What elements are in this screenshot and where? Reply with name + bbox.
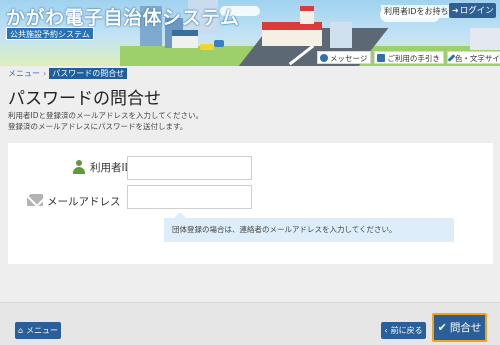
house-illustration (172, 30, 198, 48)
speech-bubble-icon (320, 54, 328, 62)
page-title: パスワードの問合せ (8, 89, 161, 109)
bus-illustration (200, 44, 214, 50)
building-illustration (470, 28, 500, 50)
color-font-size-link-label: 色・文字サイズ変更 (454, 54, 500, 63)
check-icon: ✔ (437, 321, 447, 334)
email-label: メールアドレス (47, 196, 121, 208)
page-description: 利用者IDと登録済のメールアドレスを入力してください。 登録済のメールアドレスに… (8, 110, 203, 132)
header-links: メッセージ ご利用の手引き 色・文字サイズ変更 (317, 51, 500, 64)
menu-button[interactable]: ⌂ メニュー (15, 322, 61, 339)
header-banner: かがわ電子自治体システム 公共施設予約システム 利用者IDをお持ちの方 ➜ログイ… (0, 0, 500, 66)
breadcrumb-separator: › (43, 69, 47, 78)
breadcrumb-menu-link[interactable]: メニュー (8, 68, 40, 79)
back-button[interactable]: ‹ 前に戻る (381, 322, 426, 339)
book-icon (377, 54, 386, 62)
breadcrumb: メニュー › パスワードの問合せ (8, 68, 128, 79)
user-guide-link-label: ご利用の手引き (387, 54, 440, 63)
user-id-input[interactable] (127, 156, 252, 180)
login-button[interactable]: ➜ログイン (449, 3, 496, 18)
chevron-left-icon: ‹ (384, 326, 388, 335)
description-line: 登録済のメールアドレスにパスワードを送付します。 (8, 122, 188, 131)
message-link-label: メッセージ (330, 54, 368, 63)
user-guide-link[interactable]: ご利用の手引き (374, 51, 444, 64)
site-subtitle: 公共施設予約システム (6, 27, 94, 40)
login-icon: ➜ (452, 6, 459, 15)
breadcrumb-current: パスワードの問合せ (49, 68, 128, 79)
email-input[interactable] (127, 185, 252, 209)
login-button-label: ログイン (459, 6, 494, 16)
description-line: 利用者IDと登録済のメールアドレスを入力してください。 (8, 111, 204, 120)
form-panel: 利用者ID メールアドレス 団体登録の場合は、連絡者のメールアドレスを入力してく… (8, 143, 493, 264)
mail-icon (27, 194, 43, 206)
color-font-size-link[interactable]: 色・文字サイズ変更 (446, 51, 500, 64)
site-title: かがわ電子自治体システム (6, 7, 240, 29)
car-illustration (214, 40, 224, 47)
menu-button-label: メニュー (26, 326, 59, 335)
submit-inquiry-button[interactable]: ✔ 問合せ (432, 313, 487, 342)
email-hint: 団体登録の場合は、連絡者のメールアドレスを入力してください。 (164, 212, 454, 242)
home-icon: ⌂ (17, 326, 24, 335)
building-illustration (330, 22, 352, 48)
tower-illustration (300, 6, 314, 24)
user-icon (72, 160, 86, 174)
message-link[interactable]: メッセージ (317, 51, 372, 64)
submit-inquiry-button-label: 問合せ (449, 322, 482, 334)
school-illustration (262, 22, 322, 46)
footer-bar: ⌂ メニュー ‹ 前に戻る ✔ 問合せ (0, 302, 500, 345)
back-button-label: 前に戻る (390, 326, 423, 335)
